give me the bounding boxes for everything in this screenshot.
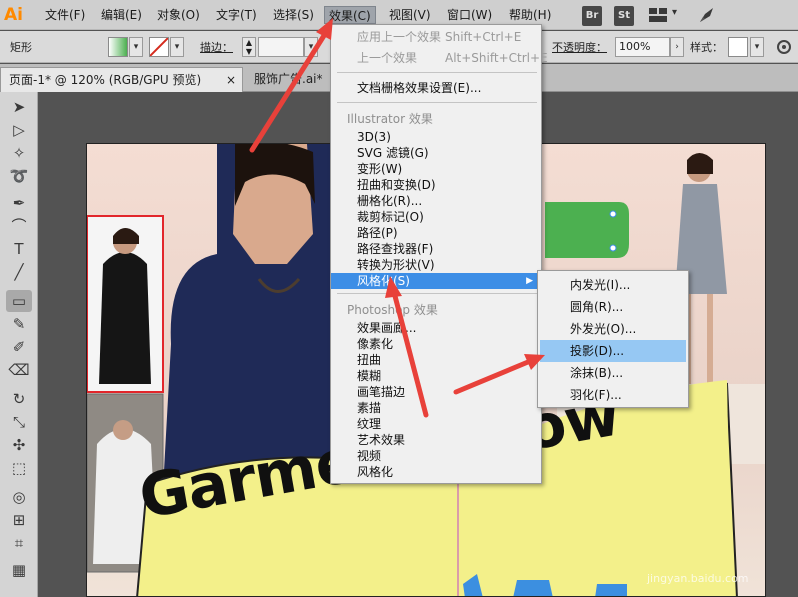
arrow-to-effect-menu: [249, 18, 333, 153]
arrow-to-drop-shadow: [453, 354, 545, 395]
arrow-to-stylize: [385, 276, 429, 418]
annotation-arrows: [249, 18, 545, 418]
